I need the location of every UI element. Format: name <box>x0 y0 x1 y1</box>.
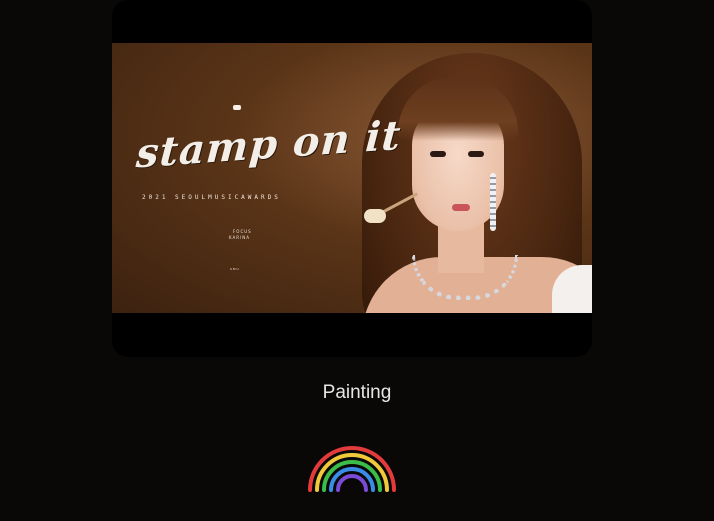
video-card[interactable]: stamp on it 2021 SEOULMUSICAWARDS FOCUS … <box>112 0 592 357</box>
video-credit-mini: SMU <box>230 267 240 271</box>
overlay-tag <box>233 105 241 110</box>
performer-earring <box>490 173 496 231</box>
performer-left-eye <box>430 151 446 157</box>
performer-right-eye <box>468 151 484 157</box>
video-event-line: 2021 SEOULMUSICAWARDS <box>142 194 281 201</box>
video-credit-title: FOCUS <box>233 229 252 234</box>
rainbow-icon <box>308 446 396 492</box>
headset-mic <box>364 209 386 223</box>
performer-lips <box>452 204 470 211</box>
caption-label: Painting <box>322 382 392 403</box>
page: stamp on it 2021 SEOULMUSICAWARDS FOCUS … <box>0 0 714 521</box>
video-frame[interactable]: stamp on it 2021 SEOULMUSICAWARDS FOCUS … <box>112 43 592 313</box>
video-credit-name: KARINA <box>229 235 250 240</box>
